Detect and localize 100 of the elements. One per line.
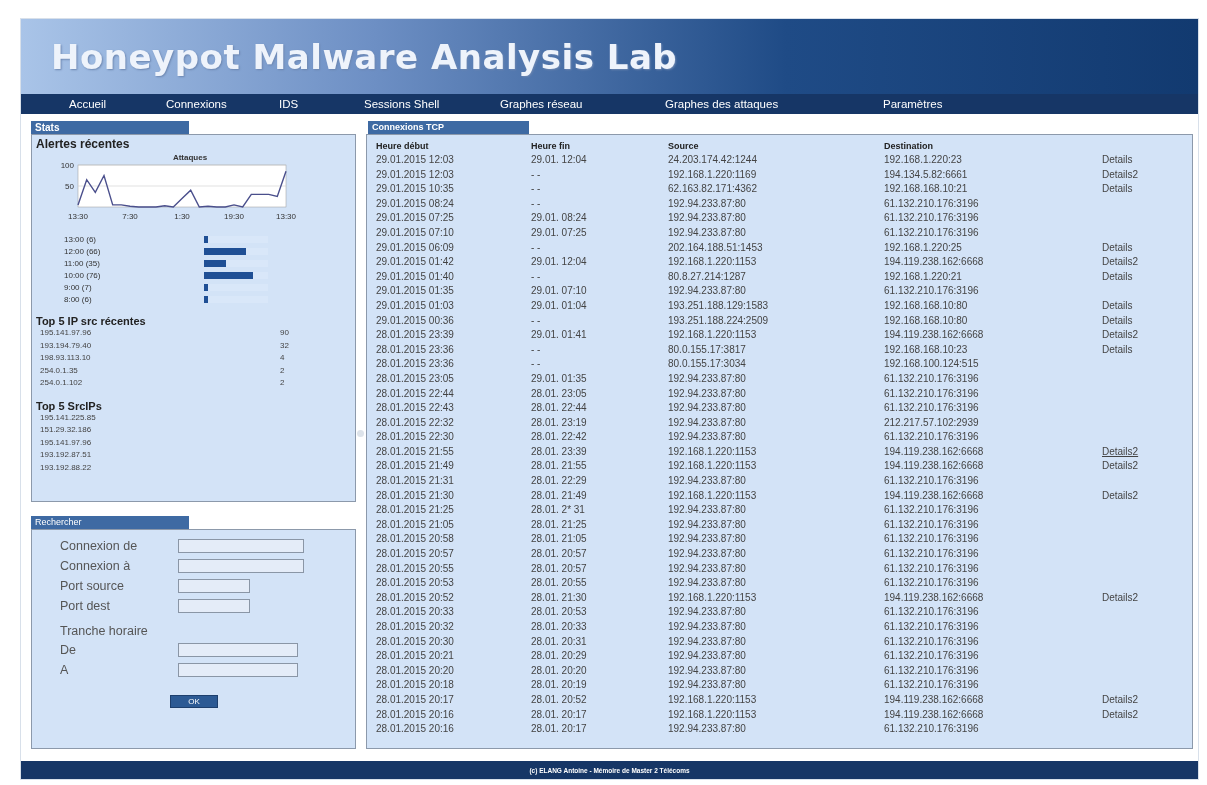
- count: 90: [280, 327, 290, 339]
- table-cell-text: 29.01.2015 12:03: [376, 167, 455, 182]
- details-link[interactable]: Details2: [1102, 489, 1139, 501]
- table-cell-text: 28.01. 20:57: [531, 561, 588, 576]
- table-cell-text: 28.01. 21:30: [531, 590, 588, 605]
- table-cell-text: 28.01.2015 20:52: [376, 590, 455, 605]
- table-cell-text: 192.94.233.87:80: [668, 634, 747, 649]
- table-cell-text: 28.01.2015 20:17: [376, 692, 455, 707]
- ip-address: 195.141.97.96: [40, 436, 93, 449]
- table-cell-text: - -: [531, 182, 542, 197]
- panel-tab[interactable]: Rechercher: [31, 516, 189, 529]
- table-cell-text: 29.01. 01:04: [531, 298, 588, 313]
- table-cell-text: 61.132.210.176:3196: [884, 561, 980, 576]
- ok-button[interactable]: OK: [170, 695, 218, 708]
- count: 32: [280, 339, 290, 352]
- ip-address: 254.0.1.102: [40, 377, 84, 389]
- table-cell-text: 28.01. 2* 31: [531, 503, 586, 518]
- table-cell-text: 28.01. 20:20: [531, 663, 588, 678]
- table-cell-text: 28.01. 20:57: [531, 547, 588, 562]
- table-cell-text: 24.203.174.42:1244: [668, 153, 758, 167]
- table-cell-text: 61.132.210.176:3196: [884, 620, 980, 634]
- table-cell-text: 28.01. 20:29: [531, 649, 588, 664]
- details-link[interactable]: Details: [1102, 154, 1133, 165]
- details-link[interactable]: Details: [1102, 314, 1133, 326]
- panel-tab[interactable]: Stats: [31, 121, 189, 134]
- table-cell-text: 28.01.2015 20:16: [376, 707, 455, 722]
- table-cell-text: 192.94.233.87:80: [668, 517, 747, 532]
- table-cell-text: 80.0.155.17:3817: [668, 342, 747, 357]
- field-label: Connexion de: [60, 538, 139, 554]
- details-link[interactable]: Details2: [1102, 591, 1139, 603]
- table-cell-text: 192.94.233.87:80: [668, 561, 747, 576]
- details-link[interactable]: Details2: [1102, 708, 1139, 720]
- details-link[interactable]: Details2: [1102, 168, 1139, 180]
- table-cell-text: 28.01. 23:39: [531, 444, 588, 459]
- table-cell-text: - -: [531, 196, 542, 211]
- panel-tab[interactable]: Connexions TCP: [368, 121, 529, 134]
- nav-link[interactable]: Accueil: [69, 98, 166, 110]
- table-cell-text: 29.01. 07:25: [531, 225, 588, 240]
- table-cell-text: 29.01.2015 12:03: [376, 153, 455, 167]
- details-link[interactable]: Details2: [1102, 460, 1139, 472]
- table-cell-text: 192.94.233.87:80: [668, 576, 747, 591]
- table-cell-text: 28.01.2015 23:39: [376, 328, 455, 343]
- input-field[interactable]: [178, 599, 250, 613]
- table-cell-text: 192.94.233.87:80: [668, 386, 747, 401]
- input-field[interactable]: [178, 643, 298, 657]
- input-field[interactable]: [178, 539, 304, 553]
- table-cell-text: 29.01. 12:04: [531, 153, 588, 167]
- details-link[interactable]: Details: [1102, 183, 1133, 195]
- table-cell-text: 28.01. 20:53: [531, 605, 588, 620]
- table-cell-text: 28.01.2015 22:32: [376, 415, 455, 430]
- table-cell-text: 62.163.82.171:4362: [668, 182, 758, 197]
- table-cell-text: 28.01.2015 22:44: [376, 386, 455, 401]
- table-cell-text: 192.168.168.10:80: [884, 298, 969, 313]
- table-cell-text: 29.01.2015 07:25: [376, 211, 455, 226]
- nav-link[interactable]: Paramètres: [883, 98, 943, 110]
- table-cell-text: 28.01.2015 20:55: [376, 561, 455, 576]
- count: 4: [280, 352, 286, 364]
- table-cell-text: 29.01.2015 06:09: [376, 240, 455, 255]
- nav-link[interactable]: IDS: [279, 98, 364, 110]
- table-cell-text: 29.01. 01:35: [531, 371, 588, 386]
- details-link[interactable]: Details: [1102, 343, 1133, 355]
- table-cell-text: 28.01.2015 20:30: [376, 634, 455, 649]
- table-cell-text: 28.01.2015 20:21: [376, 649, 455, 664]
- details-link[interactable]: Details: [1102, 270, 1133, 282]
- section-heading: Alertes récentes: [36, 137, 131, 151]
- table-cell-text: 28.01. 20:31: [531, 634, 588, 649]
- details-link[interactable]: Details2: [1102, 693, 1139, 705]
- details-link[interactable]: Details: [1102, 241, 1133, 253]
- input-field[interactable]: [178, 579, 250, 593]
- splitter-handle-icon[interactable]: [356, 429, 364, 437]
- details-link[interactable]: Details2: [1102, 256, 1139, 268]
- table-cell-text: 192.94.233.87:80: [668, 649, 747, 664]
- table-cell-text: 194.119.238.162:6668: [884, 707, 985, 722]
- x-tick-label: 13:30: [68, 212, 88, 221]
- details-link[interactable]: Details2: [1102, 329, 1139, 341]
- table-cell-text: 29.01.2015 01:42: [376, 255, 455, 270]
- table-cell-text: 28.01. 20:19: [531, 678, 588, 693]
- details-link[interactable]: Details: [1102, 299, 1133, 311]
- details-link[interactable]: Details2: [1102, 445, 1139, 457]
- table-cell-text: 28.01. 20:17: [531, 707, 588, 722]
- table-cell-text: 29.01.2015 08:24: [376, 196, 455, 211]
- table-cell-text: 80.8.27.214:1287: [668, 269, 747, 284]
- input-field[interactable]: [178, 663, 298, 677]
- section-heading: Tranche horaire: [60, 624, 149, 638]
- table-cell-text: 61.132.210.176:3196: [884, 722, 980, 737]
- nav-link[interactable]: Sessions Shell: [364, 98, 500, 110]
- ip-address: 254.0.1.35: [40, 364, 79, 377]
- table-cell-text: 28.01.2015 20:20: [376, 663, 455, 678]
- table-cell-text: 28.01. 23:05: [531, 386, 588, 401]
- nav-link[interactable]: Connexions: [166, 98, 279, 110]
- table-cell-text: 28.01.2015 21:05: [376, 517, 455, 532]
- table-cell-text: 28.01. 21:49: [531, 488, 588, 503]
- nav-link[interactable]: Graphes réseau: [500, 98, 665, 110]
- table-cell-text: 212.217.57.102:2939: [884, 415, 980, 430]
- nav-link[interactable]: Graphes des attaques: [665, 98, 883, 110]
- table-cell-text: 29.01.2015 01:35: [376, 284, 455, 299]
- ip-address: 193.194.79.40: [40, 339, 93, 352]
- input-field[interactable]: [178, 559, 304, 573]
- table-cell-text: 28.01.2015 23:36: [376, 342, 455, 357]
- ip-address: 195.141.97.96: [40, 327, 93, 339]
